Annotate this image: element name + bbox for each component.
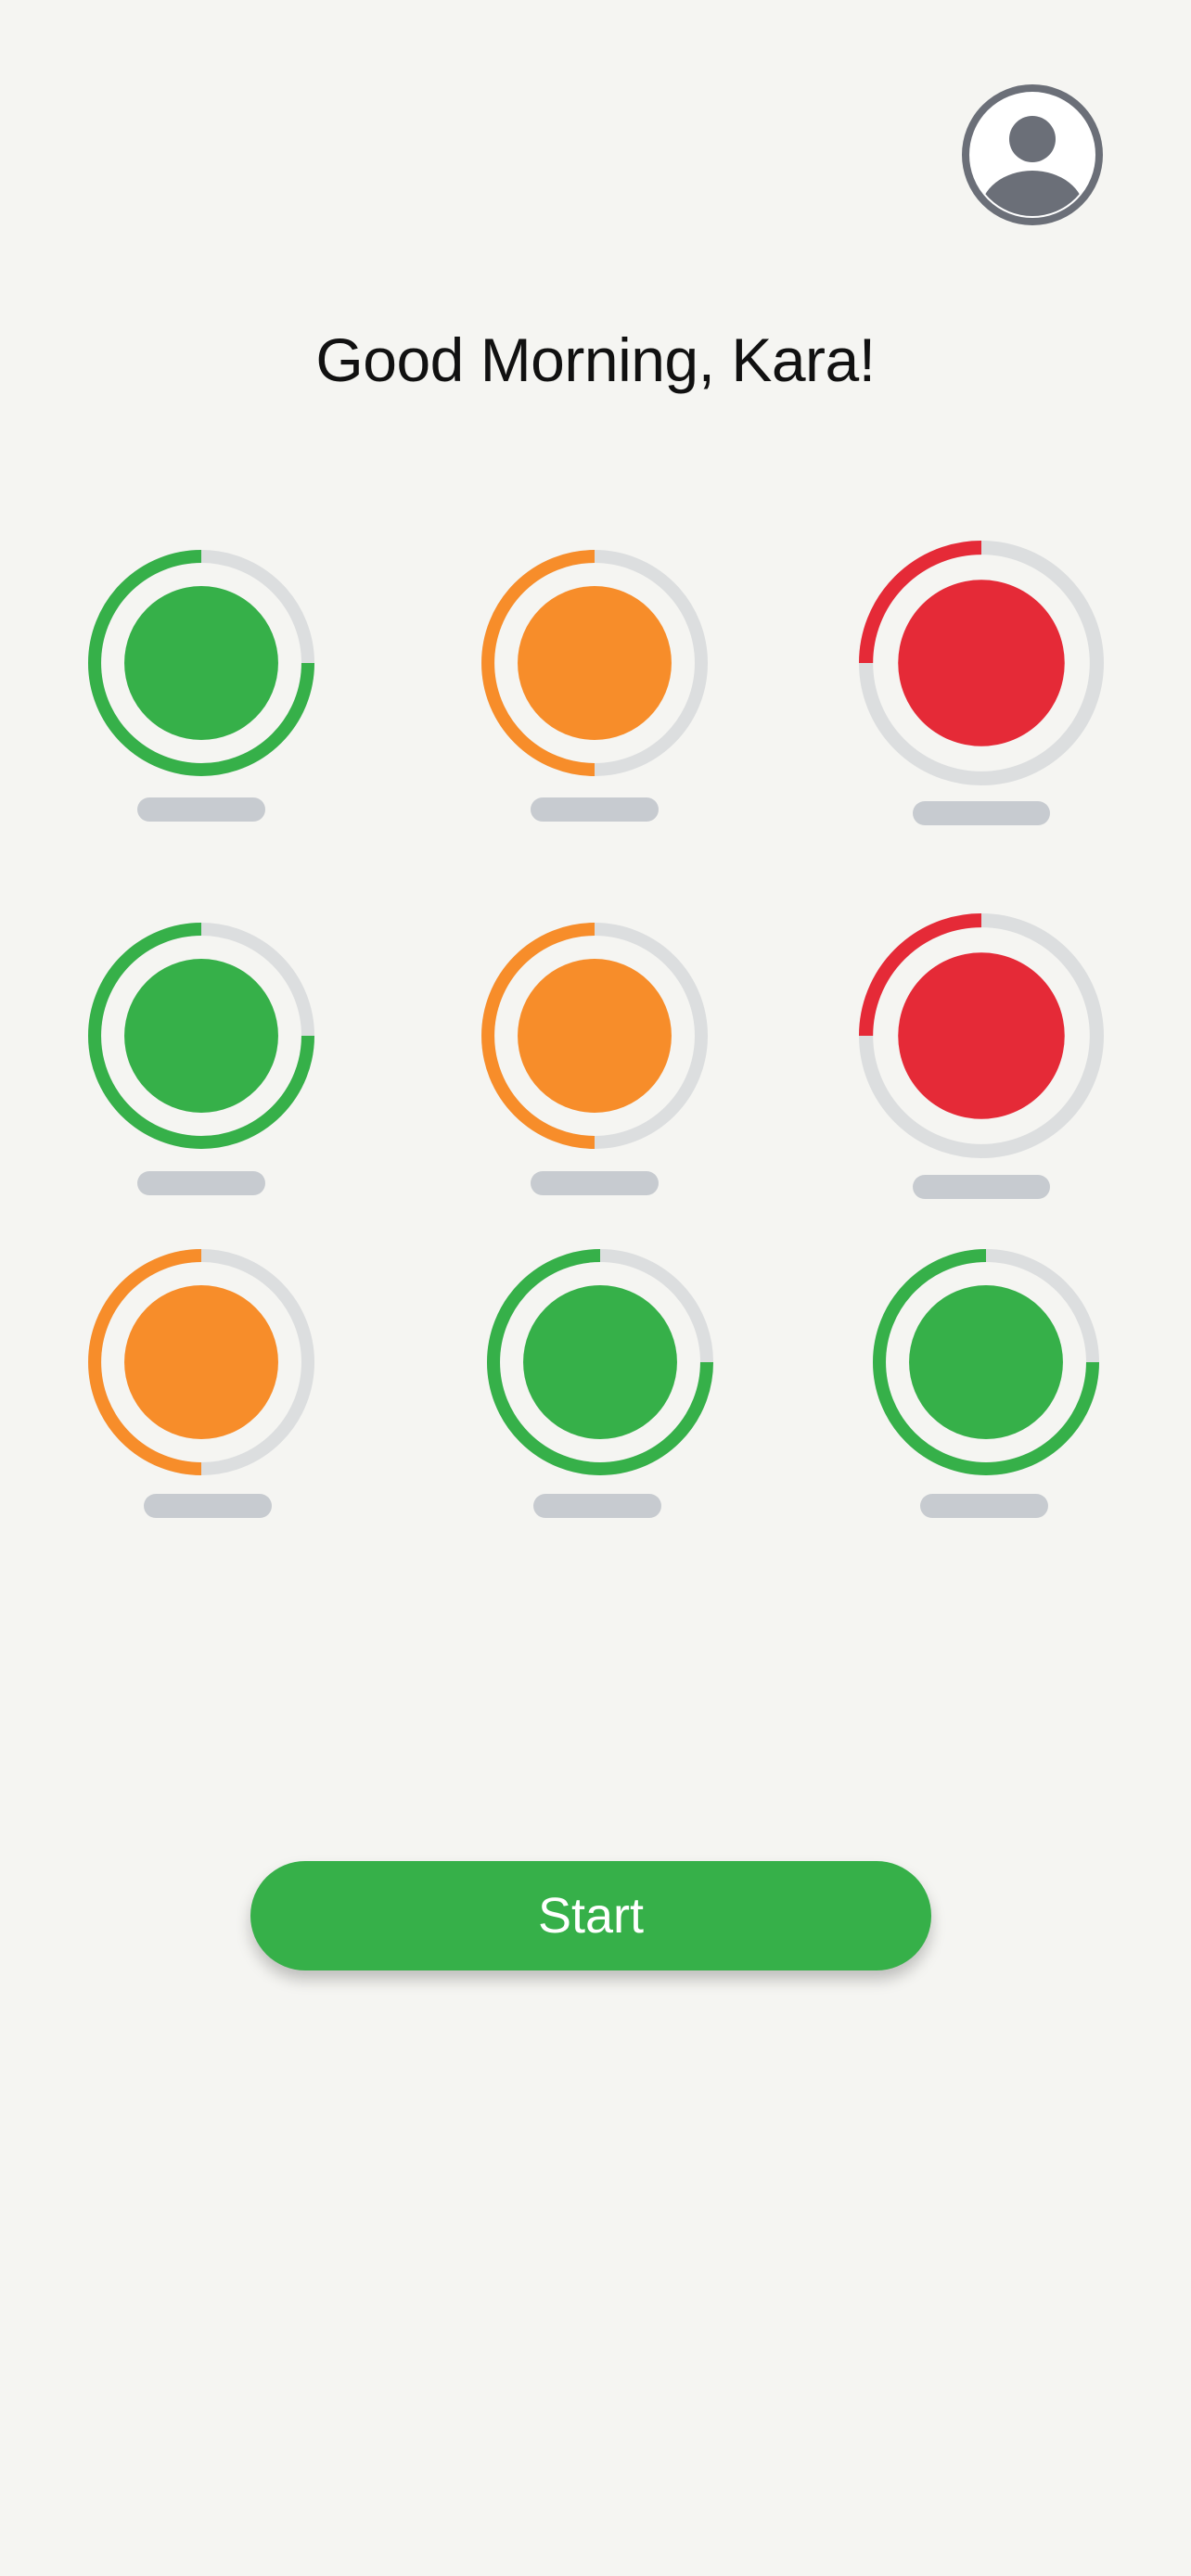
ring-label-placeholder — [137, 797, 265, 822]
status-ring-8[interactable] — [483, 1245, 717, 1479]
ring-label-placeholder — [913, 1175, 1050, 1199]
ring-status-dot — [898, 952, 1065, 1119]
status-ring-6[interactable] — [855, 910, 1108, 1162]
status-ring-2[interactable] — [478, 546, 711, 780]
ring-status-dot — [124, 959, 278, 1113]
ring-status-dot — [518, 586, 672, 740]
profile-avatar-button[interactable] — [961, 83, 1104, 226]
ring-status-dot — [124, 586, 278, 740]
status-ring-9[interactable] — [869, 1245, 1103, 1479]
start-button[interactable]: Start — [250, 1861, 931, 1970]
status-ring-1[interactable] — [84, 546, 318, 780]
status-ring-7[interactable] — [84, 1245, 318, 1479]
ring-status-dot — [909, 1285, 1063, 1439]
ring-label-placeholder — [913, 801, 1050, 825]
greeting-title: Good Morning, Kara! — [315, 325, 876, 394]
status-ring-3[interactable] — [855, 537, 1108, 789]
ring-status-dot — [898, 580, 1065, 746]
ring-label-placeholder — [144, 1494, 272, 1518]
ring-label-placeholder — [920, 1494, 1048, 1518]
ring-label-placeholder — [531, 1171, 659, 1195]
user-circle-icon — [962, 84, 1103, 225]
ring-status-dot — [518, 959, 672, 1113]
ring-label-placeholder — [137, 1171, 265, 1195]
status-ring-4[interactable] — [84, 919, 318, 1153]
status-ring-5[interactable] — [478, 919, 711, 1153]
ring-status-dot — [523, 1285, 677, 1439]
ring-label-placeholder — [533, 1494, 661, 1518]
ring-label-placeholder — [531, 797, 659, 822]
ring-status-dot — [124, 1285, 278, 1439]
